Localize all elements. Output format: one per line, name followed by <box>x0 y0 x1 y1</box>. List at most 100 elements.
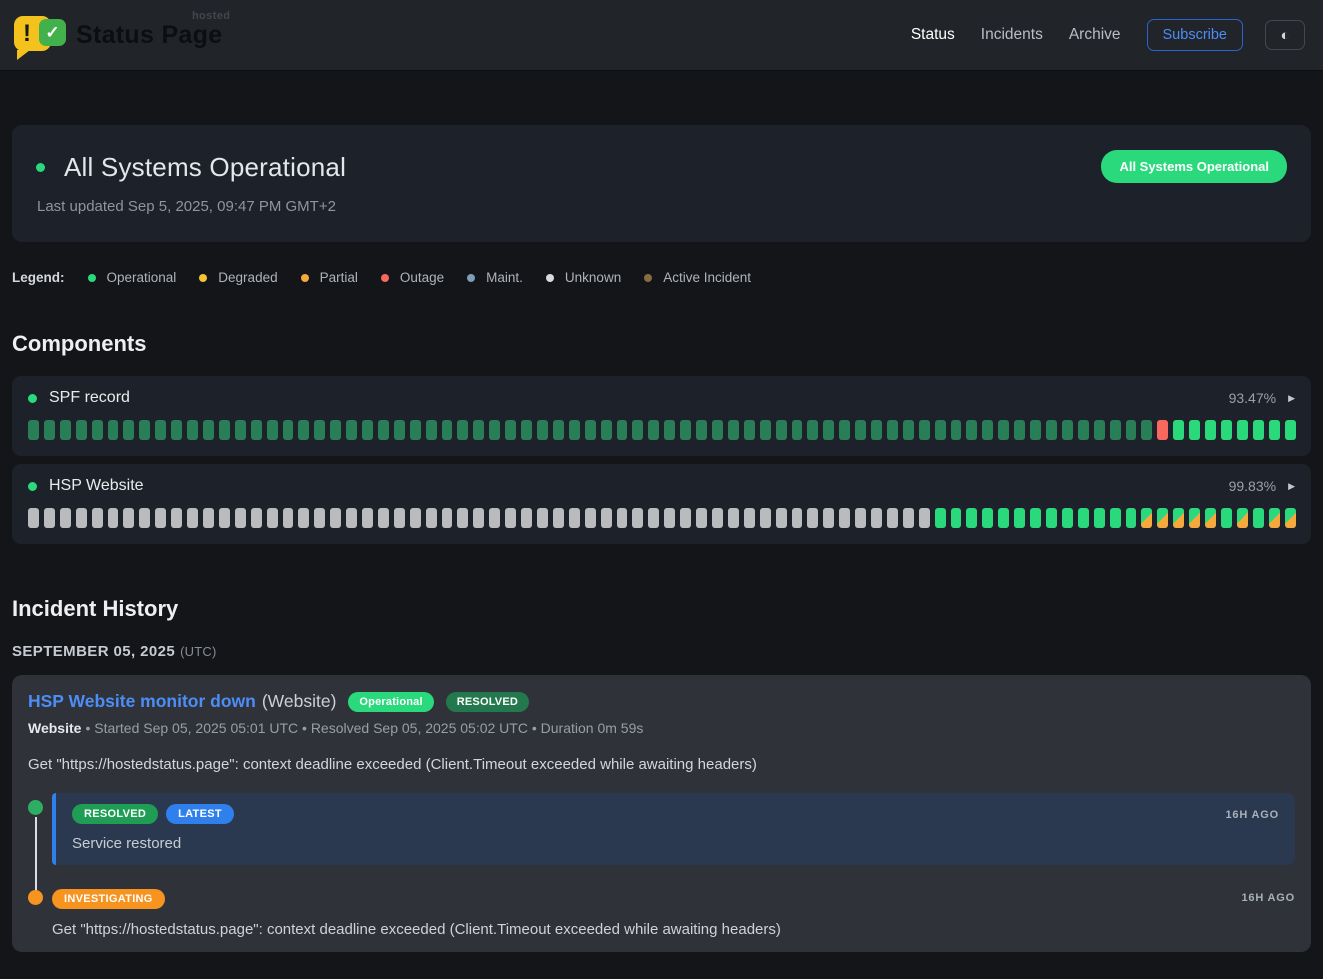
uptime-bar-operational <box>1253 508 1264 528</box>
uptime-bar-no-data <box>489 508 500 528</box>
uptime-bar-no-data <box>187 508 198 528</box>
incident-component-status-badge: Operational <box>348 692 433 712</box>
uptime-bar-no-data <box>155 508 166 528</box>
nav-status[interactable]: Status <box>911 26 955 44</box>
uptime-bar-operational-dim <box>251 420 262 440</box>
uptime-bar-operational-dim <box>378 420 389 440</box>
brand-name: Status Page hosted <box>76 21 222 50</box>
incident-title-link[interactable]: HSP Website monitor down <box>28 691 256 712</box>
uptime-bar-operational-dim <box>712 420 723 440</box>
uptime-bar-operational-dim <box>394 420 405 440</box>
uptime-bar-operational <box>1221 508 1232 528</box>
uptime-bar-operational-dim <box>442 420 453 440</box>
uptime-bar-operational-dim <box>521 420 532 440</box>
uptime-bar-no-data <box>776 508 787 528</box>
uptime-bar-partial <box>1189 508 1200 528</box>
brand-superscript: hosted <box>192 10 230 22</box>
legend-item-maint-: Maint. <box>467 270 523 285</box>
component-header[interactable]: HSP Website99.83%▶ <box>28 477 1295 495</box>
timeline-dot-resolved <box>28 800 43 815</box>
uptime-bar-operational <box>1078 508 1089 528</box>
uptime-bar-operational-dim <box>1126 420 1137 440</box>
expand-arrow-icon[interactable]: ▶ <box>1288 481 1295 492</box>
uptime-bar-operational-dim <box>44 420 55 440</box>
main-content: All Systems Operational Last updated Sep… <box>0 125 1323 952</box>
brand-logo[interactable]: ! ✓ Status Page hosted <box>14 12 222 58</box>
uptime-bars <box>28 420 1295 440</box>
uptime-bar-no-data <box>410 508 421 528</box>
uptime-bar-operational <box>966 508 977 528</box>
uptime-bar-operational <box>1046 508 1057 528</box>
incident-meta: Website• Started Sep 05, 2025 05:01 UTC … <box>28 720 1295 736</box>
uptime-bar-operational-dim <box>998 420 1009 440</box>
legend-item-active-incident: Active Incident <box>644 270 751 285</box>
component-status-dot <box>28 394 37 403</box>
uptime-bar-operational <box>1062 508 1073 528</box>
component-header[interactable]: SPF record93.47%▶ <box>28 389 1295 407</box>
update-time: 16H AGO <box>1242 892 1295 904</box>
uptime-bar-no-data <box>680 508 691 528</box>
incident-component-suffix: (Website) <box>262 691 337 712</box>
uptime-bar-operational-dim <box>203 420 214 440</box>
incident-history-heading: Incident History <box>12 596 1311 622</box>
unknown-dot-icon <box>546 274 554 282</box>
checkmark-icon: ✓ <box>39 19 66 46</box>
uptime-bar-no-data <box>298 508 309 528</box>
uptime-bar-no-data <box>394 508 405 528</box>
uptime-bar-operational-dim <box>346 420 357 440</box>
uptime-bar-no-data <box>648 508 659 528</box>
uptime-bar-operational <box>951 508 962 528</box>
uptime-bar-operational-dim <box>648 420 659 440</box>
nav-incidents[interactable]: Incidents <box>981 26 1043 44</box>
uptime-bar-operational <box>1030 508 1041 528</box>
incident-meta-times: • Started Sep 05, 2025 05:01 UTC • Resol… <box>85 720 643 736</box>
uptime-bar-no-data <box>823 508 834 528</box>
uptime-bar-partial <box>1205 508 1216 528</box>
uptime-bar-operational-dim <box>505 420 516 440</box>
uptime-bar-operational <box>1221 420 1232 440</box>
components-list: SPF record93.47%▶HSP Website99.83%▶ <box>12 376 1311 544</box>
nav-archive[interactable]: Archive <box>1069 26 1121 44</box>
uptime-bar-partial <box>1173 508 1184 528</box>
brand-logo-icon: ! ✓ <box>14 12 66 58</box>
uptime-bar-no-data <box>457 508 468 528</box>
uptime-bar-no-data <box>887 508 898 528</box>
legend-item-label: Outage <box>400 270 444 285</box>
component-card: SPF record93.47%▶ <box>12 376 1311 456</box>
uptime-bar-no-data <box>696 508 707 528</box>
uptime-bar-no-data <box>28 508 39 528</box>
uptime-bar-operational-dim <box>728 420 739 440</box>
legend-items: OperationalDegradedPartialOutageMaint.Un… <box>88 270 752 285</box>
uptime-bar-operational-dim <box>187 420 198 440</box>
legend-label: Legend: <box>12 270 65 285</box>
uptime-bar-operational-dim <box>807 420 818 440</box>
legend-item-degraded: Degraded <box>199 270 277 285</box>
incident-meta-component: Website <box>28 720 81 736</box>
uptime-bar-no-data <box>108 508 119 528</box>
theme-toggle-button[interactable]: ◐ <box>1265 20 1305 50</box>
uptime-bar-operational-dim <box>314 420 325 440</box>
incident-timeline: RESOLVED LATEST 16H AGO Service restored… <box>28 793 1295 938</box>
uptime-bar-operational-dim <box>155 420 166 440</box>
last-updated-text: Last updated Sep 5, 2025, 09:47 PM GMT+2 <box>37 198 1287 215</box>
page-title: All Systems Operational <box>64 152 346 183</box>
uptime-bar-operational-dim <box>792 420 803 440</box>
uptime-bar-operational-dim <box>298 420 309 440</box>
uptime-bar-operational-dim <box>823 420 834 440</box>
subscribe-button[interactable]: Subscribe <box>1147 19 1243 51</box>
uptime-bar-no-data <box>362 508 373 528</box>
incident-card: HSP Website monitor down (Website) Opera… <box>12 675 1311 952</box>
top-bar: ! ✓ Status Page hosted Status Incidents Ar… <box>0 0 1323 71</box>
uptime-bar-no-data <box>346 508 357 528</box>
timeline-update-latest: RESOLVED LATEST 16H AGO Service restored <box>28 793 1295 865</box>
update-latest-badge: LATEST <box>166 804 234 824</box>
update-message: Get "https://hostedstatus.page": context… <box>52 921 1295 938</box>
legend-item-label: Degraded <box>218 270 277 285</box>
expand-arrow-icon[interactable]: ▶ <box>1288 393 1295 404</box>
uptime-bar-operational-dim <box>489 420 500 440</box>
uptime-bar-no-data <box>267 508 278 528</box>
active-incident-dot-icon <box>644 274 652 282</box>
uptime-bar-operational-dim <box>839 420 850 440</box>
incident-status-badge: RESOLVED <box>446 692 529 712</box>
component-uptime-percentage: 93.47% <box>1229 390 1276 406</box>
